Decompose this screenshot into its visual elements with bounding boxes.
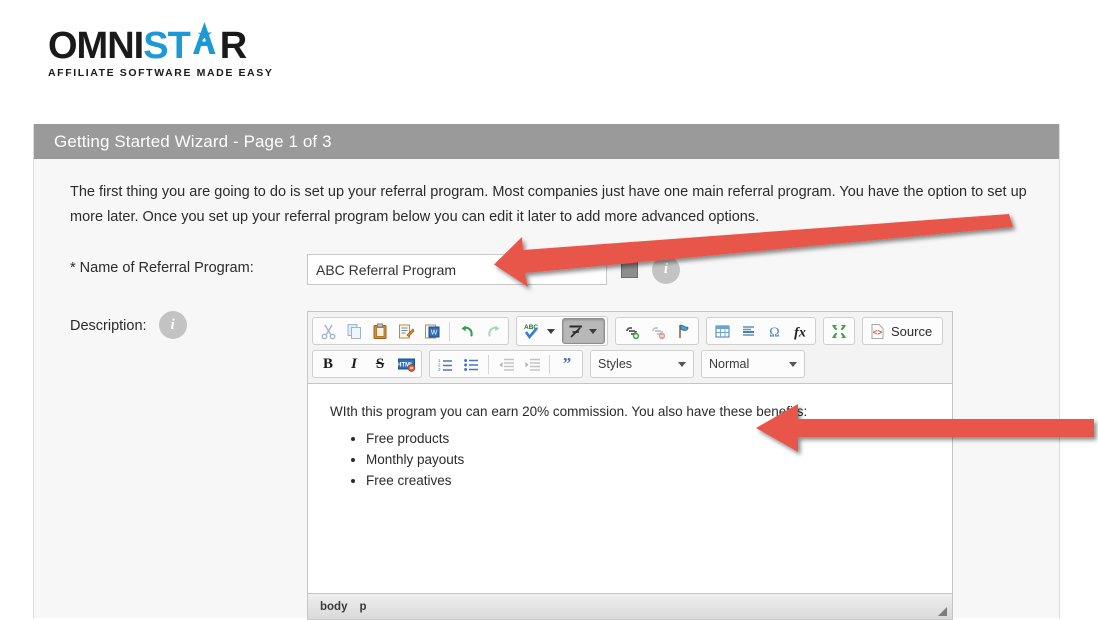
styles-chevron-down-icon [678,361,686,367]
editor-toolbar-row-1: W ABC Ω fx <> Source [308,312,952,346]
paste-icon[interactable] [367,319,393,343]
toolbar-separator [549,354,550,374]
logo-star-icon [190,18,220,66]
editor-toolbar-row-2: B I S HTML 123 ” Styles Normal [308,346,952,383]
numbered-list-icon[interactable]: 123 [432,352,458,376]
name-field-adjacent-control[interactable] [621,261,638,278]
svg-text:3: 3 [438,367,441,372]
toolbar-group-insert: Ω fx [706,317,816,345]
format-dropdown[interactable]: Normal [701,350,805,378]
description-label-wrap: Description: i [52,311,307,620]
list-item: Free products [366,429,930,449]
editor-benefits-list: Free products Monthly payouts Free creat… [330,429,930,491]
description-info-icon[interactable]: i [158,311,187,339]
italic-icon[interactable]: I [341,352,367,376]
toolbar-group-links [615,317,699,345]
special-char-icon[interactable]: Ω [761,319,787,343]
editor-paragraph: WIth this program you can earn 20% commi… [330,404,808,419]
outdent-icon[interactable] [493,352,519,376]
logo-text-st: ST [143,25,191,67]
styles-dropdown[interactable]: Styles [590,350,694,378]
source-button-label: Source [891,323,933,339]
toolbar-group-basic-styles: B I S HTML [312,350,422,378]
logo-tagline: AFFILIATE SOFTWARE MADE EASY [48,67,274,79]
undo-icon[interactable] [454,319,480,343]
copy-icon[interactable] [341,319,367,343]
toolbar-group-spell: ABC [516,316,608,346]
cut-icon[interactable] [315,319,341,343]
svg-text:<>: <> [873,328,883,337]
list-item: Monthly payouts [366,450,930,470]
unlink-icon[interactable] [644,319,670,343]
logo-wordmark: OMNIST R [48,18,248,66]
omnistar-logo: OMNIST R AFFILIATE SOFTWARE MADE EASY [48,18,272,79]
logo-text-omni: OMNI [48,25,144,67]
spellcheck-icon[interactable]: ABC [519,319,562,343]
bulleted-list-icon[interactable] [458,352,484,376]
editor-elements-path: body p [308,594,952,619]
list-item: Free creatives [366,471,930,491]
styles-dropdown-label: Styles [598,357,633,371]
bold-icon[interactable]: B [315,352,341,376]
referral-name-row: * Name of Referral Program: i [52,254,1041,285]
toolbar-group-source: <> Source [862,317,944,345]
elements-path-p[interactable]: p [359,601,366,613]
template-fx-icon[interactable]: fx [787,319,813,343]
star-a-glyph [192,22,216,54]
remove-format-icon[interactable] [562,318,605,344]
svg-text:W: W [430,329,437,336]
intro-paragraph: The first thing you are going to do is s… [70,184,1027,225]
maximize-icon[interactable] [826,319,852,343]
panel-header: Getting Started Wizard - Page 1 of 3 [34,124,1059,159]
table-icon[interactable] [709,319,735,343]
remove-format-chevron-down-icon[interactable] [589,328,597,334]
editor-content-area[interactable]: WIth this program you can earn 20% commi… [308,383,952,594]
toolbar-separator [488,354,489,374]
paste-word-icon[interactable]: W [419,319,445,343]
strikethrough-icon[interactable]: S [367,352,393,376]
svg-text:Ω: Ω [769,325,779,340]
indent-icon[interactable] [519,352,545,376]
blockquote-icon[interactable]: ” [554,352,580,376]
referral-name-label: * Name of Referral Program: [70,260,254,276]
format-chevron-down-icon [789,361,797,367]
toolbar-group-maximize [823,317,855,345]
link-icon[interactable] [618,319,644,343]
horizontal-rule-icon[interactable] [735,319,761,343]
description-rich-text-editor: W ABC Ω fx <> Source B I S HTML 1 2 3 ” … [307,311,953,620]
toolbar-separator [449,321,450,341]
svg-text:fx: fx [794,325,806,340]
description-label: Description: [70,318,147,334]
spellcheck-chevron-down-icon[interactable] [547,328,555,334]
format-dropdown-label: Normal [709,357,750,371]
wizard-panel: Getting Started Wizard - Page 1 of 3 The… [33,124,1060,620]
panel-body: The first thing you are going to do is s… [34,180,1059,620]
source-button[interactable]: <> Source [865,319,940,343]
redo-icon[interactable] [480,319,506,343]
description-row: Description: i W ABC Ω fx <> Source B I … [52,311,1041,620]
referral-name-controls: i [307,254,680,285]
toolbar-group-clipboard: W [312,317,509,345]
elements-path-body[interactable]: body [320,601,347,613]
remove-html-icon[interactable]: HTML [393,352,419,376]
source-icon: <> [871,323,884,339]
logo-text-r: R [219,25,247,67]
paste-text-icon[interactable] [393,319,419,343]
referral-name-info-icon[interactable]: i [652,255,680,284]
toolbar-group-paragraph: 123 ” [429,350,583,378]
anchor-icon[interactable] [670,319,696,343]
referral-name-input[interactable] [307,254,607,285]
editor-resize-grip[interactable] [938,607,947,616]
page-title: Getting Started Wizard - Page 1 of 3 [54,132,332,151]
